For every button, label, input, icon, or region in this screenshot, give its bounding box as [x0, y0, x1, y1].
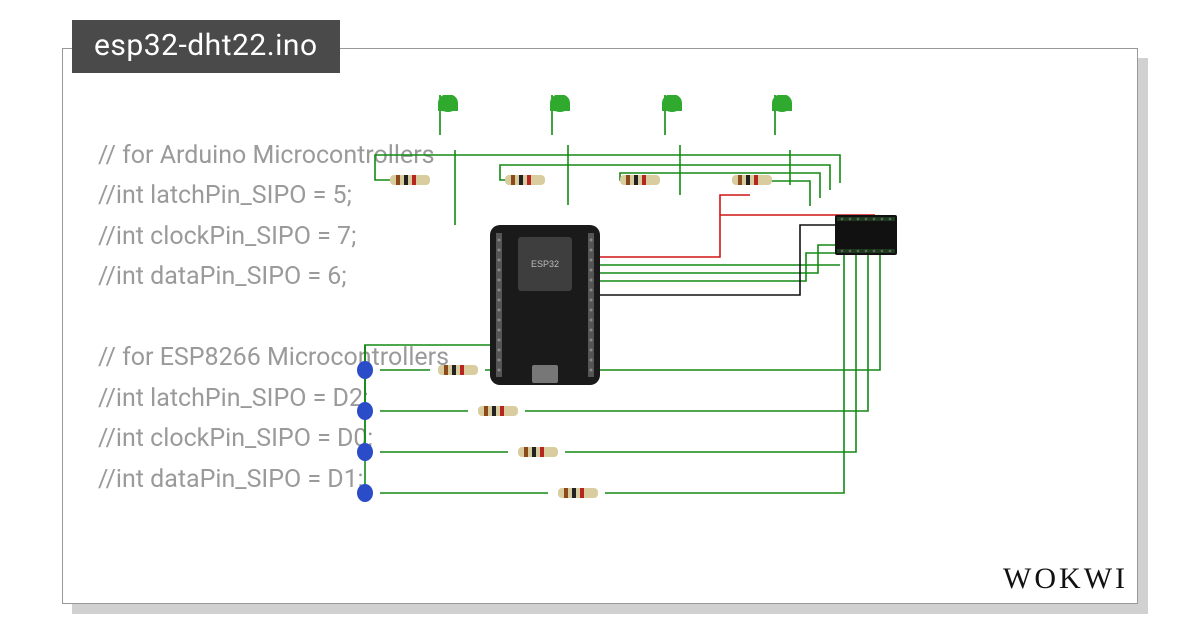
filename-text: esp32-dht22.ino — [94, 28, 318, 63]
wokwi-logo: WOKWI — [1003, 562, 1128, 596]
code-line: //int clockPin_SIPO = D0; — [98, 424, 373, 453]
code-line: //int clockPin_SIPO = 7; — [98, 222, 356, 251]
code-line: //int dataPin_SIPO = 6; — [98, 262, 347, 291]
brand-text: WOKWI — [1003, 562, 1128, 595]
code-line: //int dataPin_SIPO = D1; — [98, 465, 363, 494]
code-line: //int latchPin_SIPO = 5; — [98, 181, 352, 210]
code-line: // for Arduino Microcontrollers — [98, 141, 435, 170]
filename-tab[interactable]: esp32-dht22.ino — [72, 20, 340, 73]
code-snippet: // for Arduino Microcontrollers //int la… — [98, 95, 449, 500]
code-line: //int latchPin_SIPO = D2; — [98, 384, 368, 413]
code-line: // for ESP8266 Microcontrollers — [98, 343, 449, 372]
